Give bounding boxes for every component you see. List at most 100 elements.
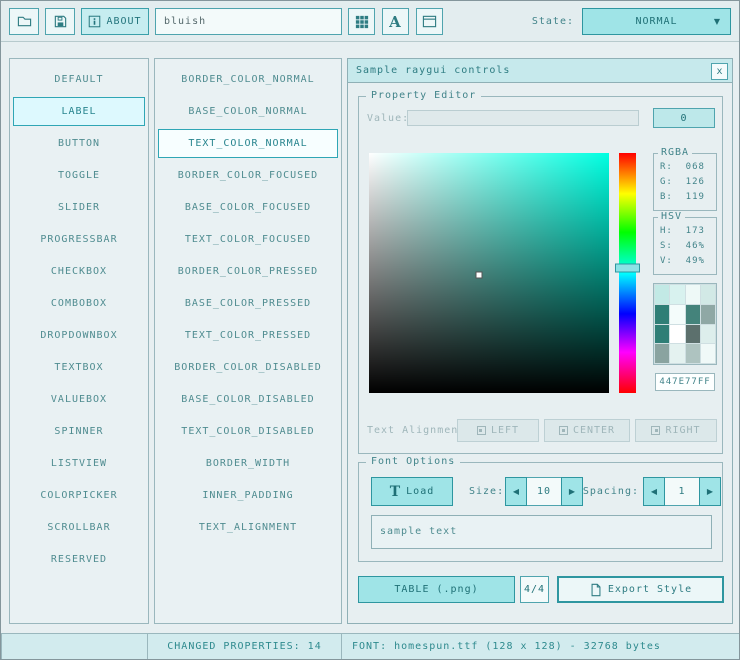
size-value[interactable]: 10	[527, 477, 561, 506]
grid-icon	[355, 15, 369, 29]
style-table-button[interactable]	[348, 8, 375, 35]
list-item-scrollbar[interactable]: SCROLLBAR	[13, 513, 145, 542]
hsv-group: HSV H: 173 S: 46% V: 49%	[653, 217, 717, 275]
list-item-text_color_disabled[interactable]: TEXT_COLOR_DISABLED	[158, 417, 338, 446]
value-label: Value:	[367, 113, 409, 124]
arrow-left-icon: ◀	[513, 487, 519, 496]
color-cursor[interactable]	[476, 272, 483, 279]
list-item-base_color_focused[interactable]: BASE_COLOR_FOCUSED	[158, 193, 338, 222]
color-swatch[interactable]	[686, 285, 700, 304]
color-swatch[interactable]	[655, 285, 669, 304]
list-item-text_color_focused[interactable]: TEXT_COLOR_FOCUSED	[158, 225, 338, 254]
list-item-base_color_pressed[interactable]: BASE_COLOR_PRESSED	[158, 289, 338, 318]
list-item-spinner[interactable]: SPINNER	[13, 417, 145, 446]
list-item-base_color_disabled[interactable]: BASE_COLOR_DISABLED	[158, 385, 338, 414]
hsv-v-value: V: 49%	[654, 256, 716, 266]
close-window-button[interactable]: x	[711, 63, 728, 80]
rgba-title: RGBA	[658, 147, 692, 158]
list-item-label[interactable]: LABEL	[13, 97, 145, 126]
export-style-button[interactable]: Export Style	[557, 576, 724, 603]
list-item-reserved[interactable]: RESERVED	[13, 545, 145, 574]
color-swatch[interactable]	[686, 305, 700, 324]
color-swatch[interactable]	[686, 325, 700, 344]
list-item-border_color_pressed[interactable]: BORDER_COLOR_PRESSED	[158, 257, 338, 286]
state-dropdown[interactable]: NORMAL ▼	[582, 8, 731, 35]
spacing-decrease-button[interactable]: ◀	[643, 477, 665, 506]
hue-slider[interactable]	[619, 153, 636, 393]
arrow-left-icon: ◀	[651, 487, 657, 496]
style-name-input[interactable]	[155, 8, 342, 35]
save-style-button[interactable]	[45, 8, 75, 35]
statusbar-font-info: FONT: homespun.ttf (128 x 128) - 32768 b…	[341, 633, 740, 660]
align-center-button[interactable]: CENTER	[544, 419, 630, 442]
color-swatch[interactable]	[701, 285, 715, 304]
list-item-listview[interactable]: LISTVIEW	[13, 449, 145, 478]
list-item-inner_padding[interactable]: INNER_PADDING	[158, 481, 338, 510]
size-spinner: ◀ 10 ▶	[505, 477, 583, 506]
list-item-button[interactable]: BUTTON	[13, 129, 145, 158]
list-item-valuebox[interactable]: VALUEBOX	[13, 385, 145, 414]
spacing-increase-button[interactable]: ▶	[699, 477, 721, 506]
list-item-colorpicker[interactable]: COLORPICKER	[13, 481, 145, 510]
list-item-text_color_pressed[interactable]: TEXT_COLOR_PRESSED	[158, 321, 338, 350]
list-item-checkbox[interactable]: CHECKBOX	[13, 257, 145, 286]
export-format-counter[interactable]: 4/4	[520, 576, 549, 603]
align-right-label: RIGHT	[665, 425, 700, 436]
color-swatch[interactable]	[701, 325, 715, 344]
list-item-border_color_normal[interactable]: BORDER_COLOR_NORMAL	[158, 65, 338, 94]
size-increase-button[interactable]: ▶	[561, 477, 583, 506]
list-item-border_width[interactable]: BORDER_WIDTH	[158, 449, 338, 478]
list-item-combobox[interactable]: COMBOBOX	[13, 289, 145, 318]
list-item-default[interactable]: DEFAULT	[13, 65, 145, 94]
color-swatch[interactable]	[655, 305, 669, 324]
align-left-button[interactable]: LEFT	[457, 419, 539, 442]
load-font-button[interactable]: T Load	[371, 477, 453, 506]
export-table-button[interactable]: TABLE (.png)	[358, 576, 515, 603]
spacing-value[interactable]: 1	[665, 477, 699, 506]
value-slider[interactable]	[407, 110, 639, 126]
align-right-icon	[651, 426, 660, 435]
about-button-label: ABOUT	[106, 16, 141, 27]
statusbar-changed-properties: CHANGED PROPERTIES: 14	[147, 633, 342, 660]
saturation-value-picker[interactable]	[369, 153, 609, 393]
color-swatch[interactable]	[670, 305, 684, 324]
value-box-text: 0	[680, 113, 687, 124]
sample-window-titlebar[interactable]: Sample raygui controls	[348, 59, 732, 83]
toolbar: ABOUT A State: NORMAL ▼	[1, 1, 740, 42]
window-preview-button[interactable]	[416, 8, 443, 35]
rguistyler-window: ABOUT A State: NORMAL ▼ DEFAULT LABEL BUTT…	[0, 0, 740, 660]
list-item-base_color_normal[interactable]: BASE_COLOR_NORMAL	[158, 97, 338, 126]
font-settings-button[interactable]: A	[382, 8, 409, 35]
color-swatch[interactable]	[686, 344, 700, 363]
color-swatch[interactable]	[670, 325, 684, 344]
list-item-slider[interactable]: SLIDER	[13, 193, 145, 222]
hex-color-box[interactable]: 447E77FF	[655, 373, 715, 391]
list-item-border_color_disabled[interactable]: BORDER_COLOR_DISABLED	[158, 353, 338, 382]
export-table-label: TABLE (.png)	[394, 584, 478, 595]
list-item-text_color_normal[interactable]: TEXT_COLOR_NORMAL	[158, 129, 338, 158]
color-swatch[interactable]	[655, 325, 669, 344]
list-item-text_alignment[interactable]: TEXT_ALIGNMENT	[158, 513, 338, 542]
align-center-label: CENTER	[573, 425, 615, 436]
about-button[interactable]: ABOUT	[81, 8, 149, 35]
color-swatch[interactable]	[670, 344, 684, 363]
align-left-label: LEFT	[491, 425, 519, 436]
list-item-toggle[interactable]: TOGGLE	[13, 161, 145, 190]
list-item-textbox[interactable]: TEXTBOX	[13, 353, 145, 382]
list-item-dropdownbox[interactable]: DROPDOWNBOX	[13, 321, 145, 350]
size-decrease-button[interactable]: ◀	[505, 477, 527, 506]
hue-slider-handle[interactable]	[615, 264, 640, 273]
list-item-border_color_focused[interactable]: BORDER_COLOR_FOCUSED	[158, 161, 338, 190]
sample-text-box[interactable]: sample text	[371, 515, 712, 549]
color-swatch[interactable]	[701, 344, 715, 363]
font-info-text: FONT: homespun.ttf (128 x 128) - 32768 b…	[352, 641, 661, 652]
open-style-button[interactable]	[9, 8, 39, 35]
color-swatch[interactable]	[655, 344, 669, 363]
list-item-progressbar[interactable]: PROGRESSBAR	[13, 225, 145, 254]
color-swatch[interactable]	[701, 305, 715, 324]
color-swatch[interactable]	[670, 285, 684, 304]
value-box[interactable]: 0	[653, 108, 715, 128]
changed-properties-text: CHANGED PROPERTIES: 14	[167, 641, 321, 652]
size-label: Size:	[469, 477, 503, 506]
align-right-button[interactable]: RIGHT	[635, 419, 717, 442]
